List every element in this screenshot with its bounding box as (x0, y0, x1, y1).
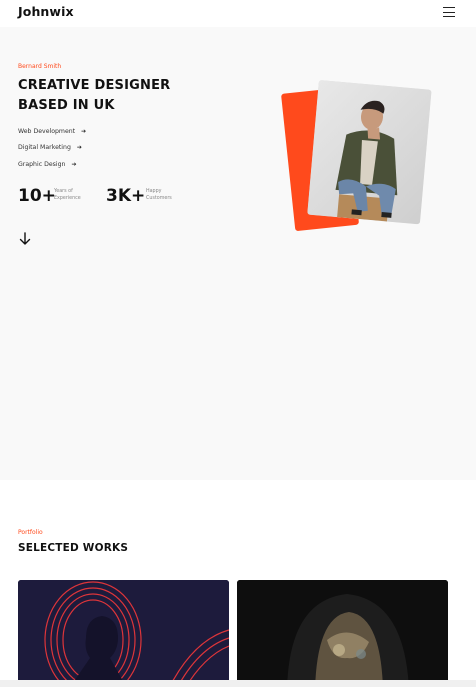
stat-customers-label: Happy Customers (146, 189, 172, 202)
service-label: Web Development (18, 128, 76, 135)
service-label: Graphic Design (18, 161, 66, 168)
work-card-light-painting[interactable] (18, 580, 229, 687)
profile-photo (307, 80, 432, 225)
hero-name: Bernard Smith (18, 63, 62, 70)
site-header: Johnwix (0, 0, 476, 27)
arrow-right-icon: ➔ (76, 144, 82, 151)
hero-title: CREATIVE DESIGNER BASED IN UK (18, 76, 208, 116)
stat-label-line: Customers (146, 195, 172, 201)
stat-years-label: Years of Experience (54, 189, 81, 202)
arrow-down-icon[interactable] (19, 232, 31, 246)
horizontal-scrollbar[interactable] (0, 680, 476, 687)
portfolio-kicker: Portfolio (18, 529, 43, 536)
stat-years-value: 10+ (18, 186, 56, 206)
work-image-light-painting (18, 580, 229, 687)
hero-section: Bernard Smith CREATIVE DESIGNER BASED IN… (0, 27, 476, 480)
profile-photo-illustration (307, 80, 432, 225)
work-card-hooded-figure[interactable] (237, 580, 448, 687)
service-link-digital-marketing[interactable]: Digital Marketing ➔ (18, 144, 82, 151)
service-link-graphic-design[interactable]: Graphic Design ➔ (18, 161, 76, 168)
portfolio-section: Portfolio SELECTED WORKS (0, 480, 476, 687)
hero-title-line2: BASED IN UK (18, 98, 115, 113)
hero-title-line1: CREATIVE DESIGNER (18, 78, 171, 93)
arrow-right-icon: ➔ (71, 161, 77, 168)
section-title: SELECTED WORKS (18, 542, 129, 554)
logo[interactable]: Johnwix (18, 4, 74, 19)
service-label: Digital Marketing (18, 144, 71, 151)
service-link-web-development[interactable]: Web Development ➔ (18, 128, 86, 135)
work-image-hooded-figure (237, 580, 448, 687)
arrow-right-icon: ➔ (81, 128, 87, 135)
stat-customers-value: 3K+ (106, 186, 146, 206)
hamburger-menu-icon[interactable] (443, 7, 456, 18)
stat-label-line: Experience (54, 195, 81, 201)
